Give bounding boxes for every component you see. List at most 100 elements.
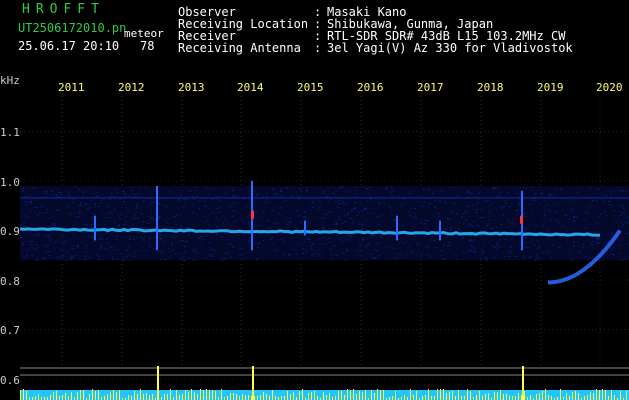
noise-speck	[337, 207, 340, 209]
noise-speck	[426, 220, 429, 222]
noise-speck	[534, 259, 537, 261]
noise-speck	[485, 224, 488, 226]
noise-speck	[572, 245, 575, 247]
noise-speck	[361, 224, 364, 226]
count-bar	[50, 395, 51, 400]
noise-speck	[603, 210, 606, 212]
noise-speck	[177, 223, 180, 225]
noise-speck	[551, 194, 554, 196]
noise-speck	[543, 212, 546, 214]
noise-speck	[548, 193, 551, 195]
count-bar	[92, 389, 93, 400]
noise-speck	[232, 210, 235, 212]
noise-speck	[441, 189, 444, 191]
count-bar	[164, 394, 165, 400]
noise-speck	[525, 246, 528, 248]
noise-speck	[102, 234, 105, 236]
noise-speck	[571, 208, 574, 210]
noise-speck	[159, 233, 162, 235]
noise-speck	[542, 225, 545, 227]
noise-speck	[368, 242, 371, 244]
noise-speck	[299, 243, 302, 245]
noise-speck	[63, 243, 66, 245]
noise-speck	[166, 206, 169, 208]
noise-speck	[76, 223, 79, 225]
noise-speck	[303, 241, 306, 243]
count-bar	[263, 392, 264, 400]
noise-speck	[387, 229, 390, 231]
noise-speck	[496, 245, 499, 247]
noise-speck	[338, 217, 341, 219]
noise-speck	[36, 214, 39, 216]
noise-speck	[394, 253, 397, 255]
noise-speck	[233, 194, 236, 196]
noise-speck	[411, 190, 414, 192]
noise-speck	[154, 251, 157, 253]
noise-speck	[338, 188, 341, 190]
noise-speck	[67, 194, 70, 196]
noise-speck	[121, 203, 124, 205]
noise-speck	[358, 223, 361, 225]
noise-speck	[572, 198, 575, 200]
noise-speck	[532, 255, 535, 257]
noise-speck	[514, 224, 517, 226]
noise-speck	[174, 252, 177, 254]
noise-speck	[496, 242, 499, 244]
count-bar	[191, 389, 192, 400]
noise-speck	[616, 188, 619, 190]
count-bar	[434, 396, 435, 400]
noise-speck	[230, 242, 233, 244]
noise-speck	[183, 206, 186, 208]
noise-speck	[118, 199, 121, 201]
noise-speck	[260, 252, 263, 254]
noise-speck	[451, 202, 454, 204]
noise-speck	[488, 210, 491, 212]
noise-speck	[613, 218, 616, 220]
count-bar	[584, 396, 585, 400]
noise-speck	[303, 248, 306, 250]
noise-speck	[573, 241, 576, 243]
noise-speck	[373, 249, 376, 251]
noise-speck	[431, 192, 434, 194]
noise-speck	[118, 225, 121, 227]
noise-speck	[452, 210, 455, 212]
noise-speck	[487, 216, 490, 218]
noise-speck	[22, 187, 25, 189]
noise-speck	[550, 257, 553, 259]
noise-speck	[584, 256, 587, 258]
noise-speck	[361, 240, 364, 242]
noise-speck	[301, 234, 304, 236]
count-bar	[62, 395, 63, 400]
noise-speck	[318, 249, 321, 251]
meteor-hot-spot	[520, 215, 523, 224]
noise-speck	[127, 246, 130, 248]
noise-speck	[161, 251, 164, 253]
noise-speck	[295, 191, 298, 193]
noise-speck	[429, 239, 432, 241]
noise-speck	[22, 222, 25, 224]
noise-speck	[69, 257, 72, 259]
noise-speck	[472, 205, 475, 207]
noise-speck	[309, 245, 312, 247]
count-bar	[56, 391, 57, 400]
noise-speck	[114, 207, 117, 209]
noise-speck	[305, 227, 308, 229]
noise-speck	[142, 200, 145, 202]
noise-speck	[484, 238, 487, 240]
count-bar	[431, 396, 432, 400]
noise-speck	[524, 241, 527, 243]
noise-speck	[362, 238, 365, 240]
noise-speck	[78, 216, 81, 218]
noise-speck	[31, 246, 34, 248]
noise-speck	[107, 203, 110, 205]
noise-speck	[200, 236, 203, 238]
count-bar	[242, 394, 243, 400]
noise-speck	[232, 236, 235, 238]
noise-speck	[40, 219, 43, 221]
noise-speck	[125, 256, 128, 258]
noise-speck	[378, 255, 381, 257]
noise-speck	[280, 189, 283, 191]
noise-speck	[391, 247, 394, 249]
count-bar	[503, 394, 504, 400]
noise-speck	[255, 194, 258, 196]
